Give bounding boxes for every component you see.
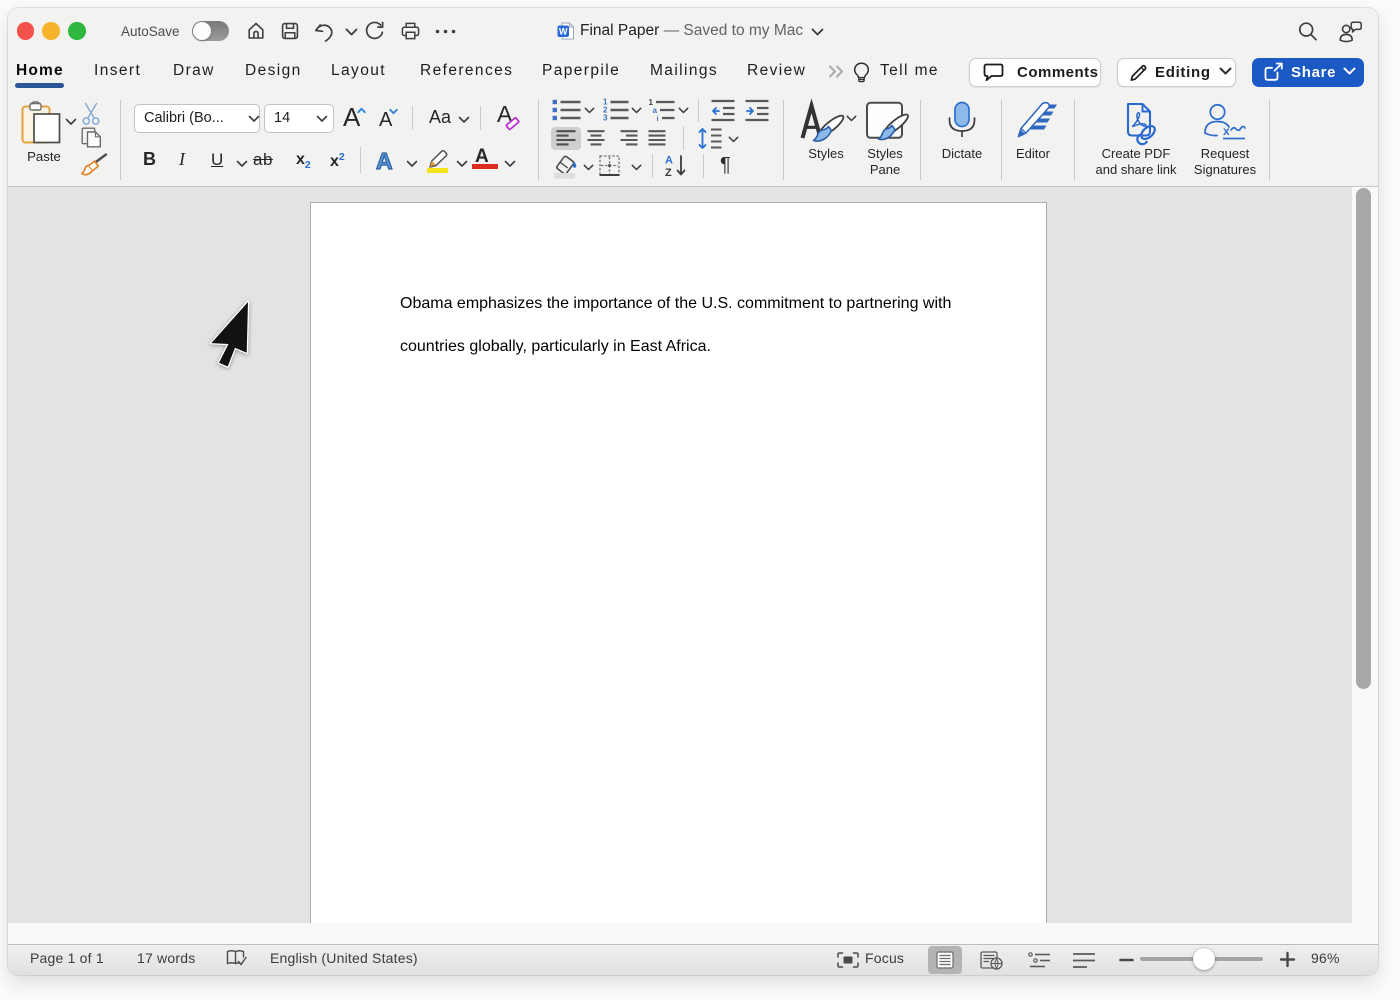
svg-text:W: W — [559, 27, 568, 37]
svg-text:i: i — [657, 114, 659, 123]
svg-text:Z: Z — [665, 167, 672, 179]
svg-text:x: x — [1223, 124, 1230, 138]
svg-text:A: A — [665, 155, 673, 167]
svg-text:3: 3 — [603, 114, 608, 123]
